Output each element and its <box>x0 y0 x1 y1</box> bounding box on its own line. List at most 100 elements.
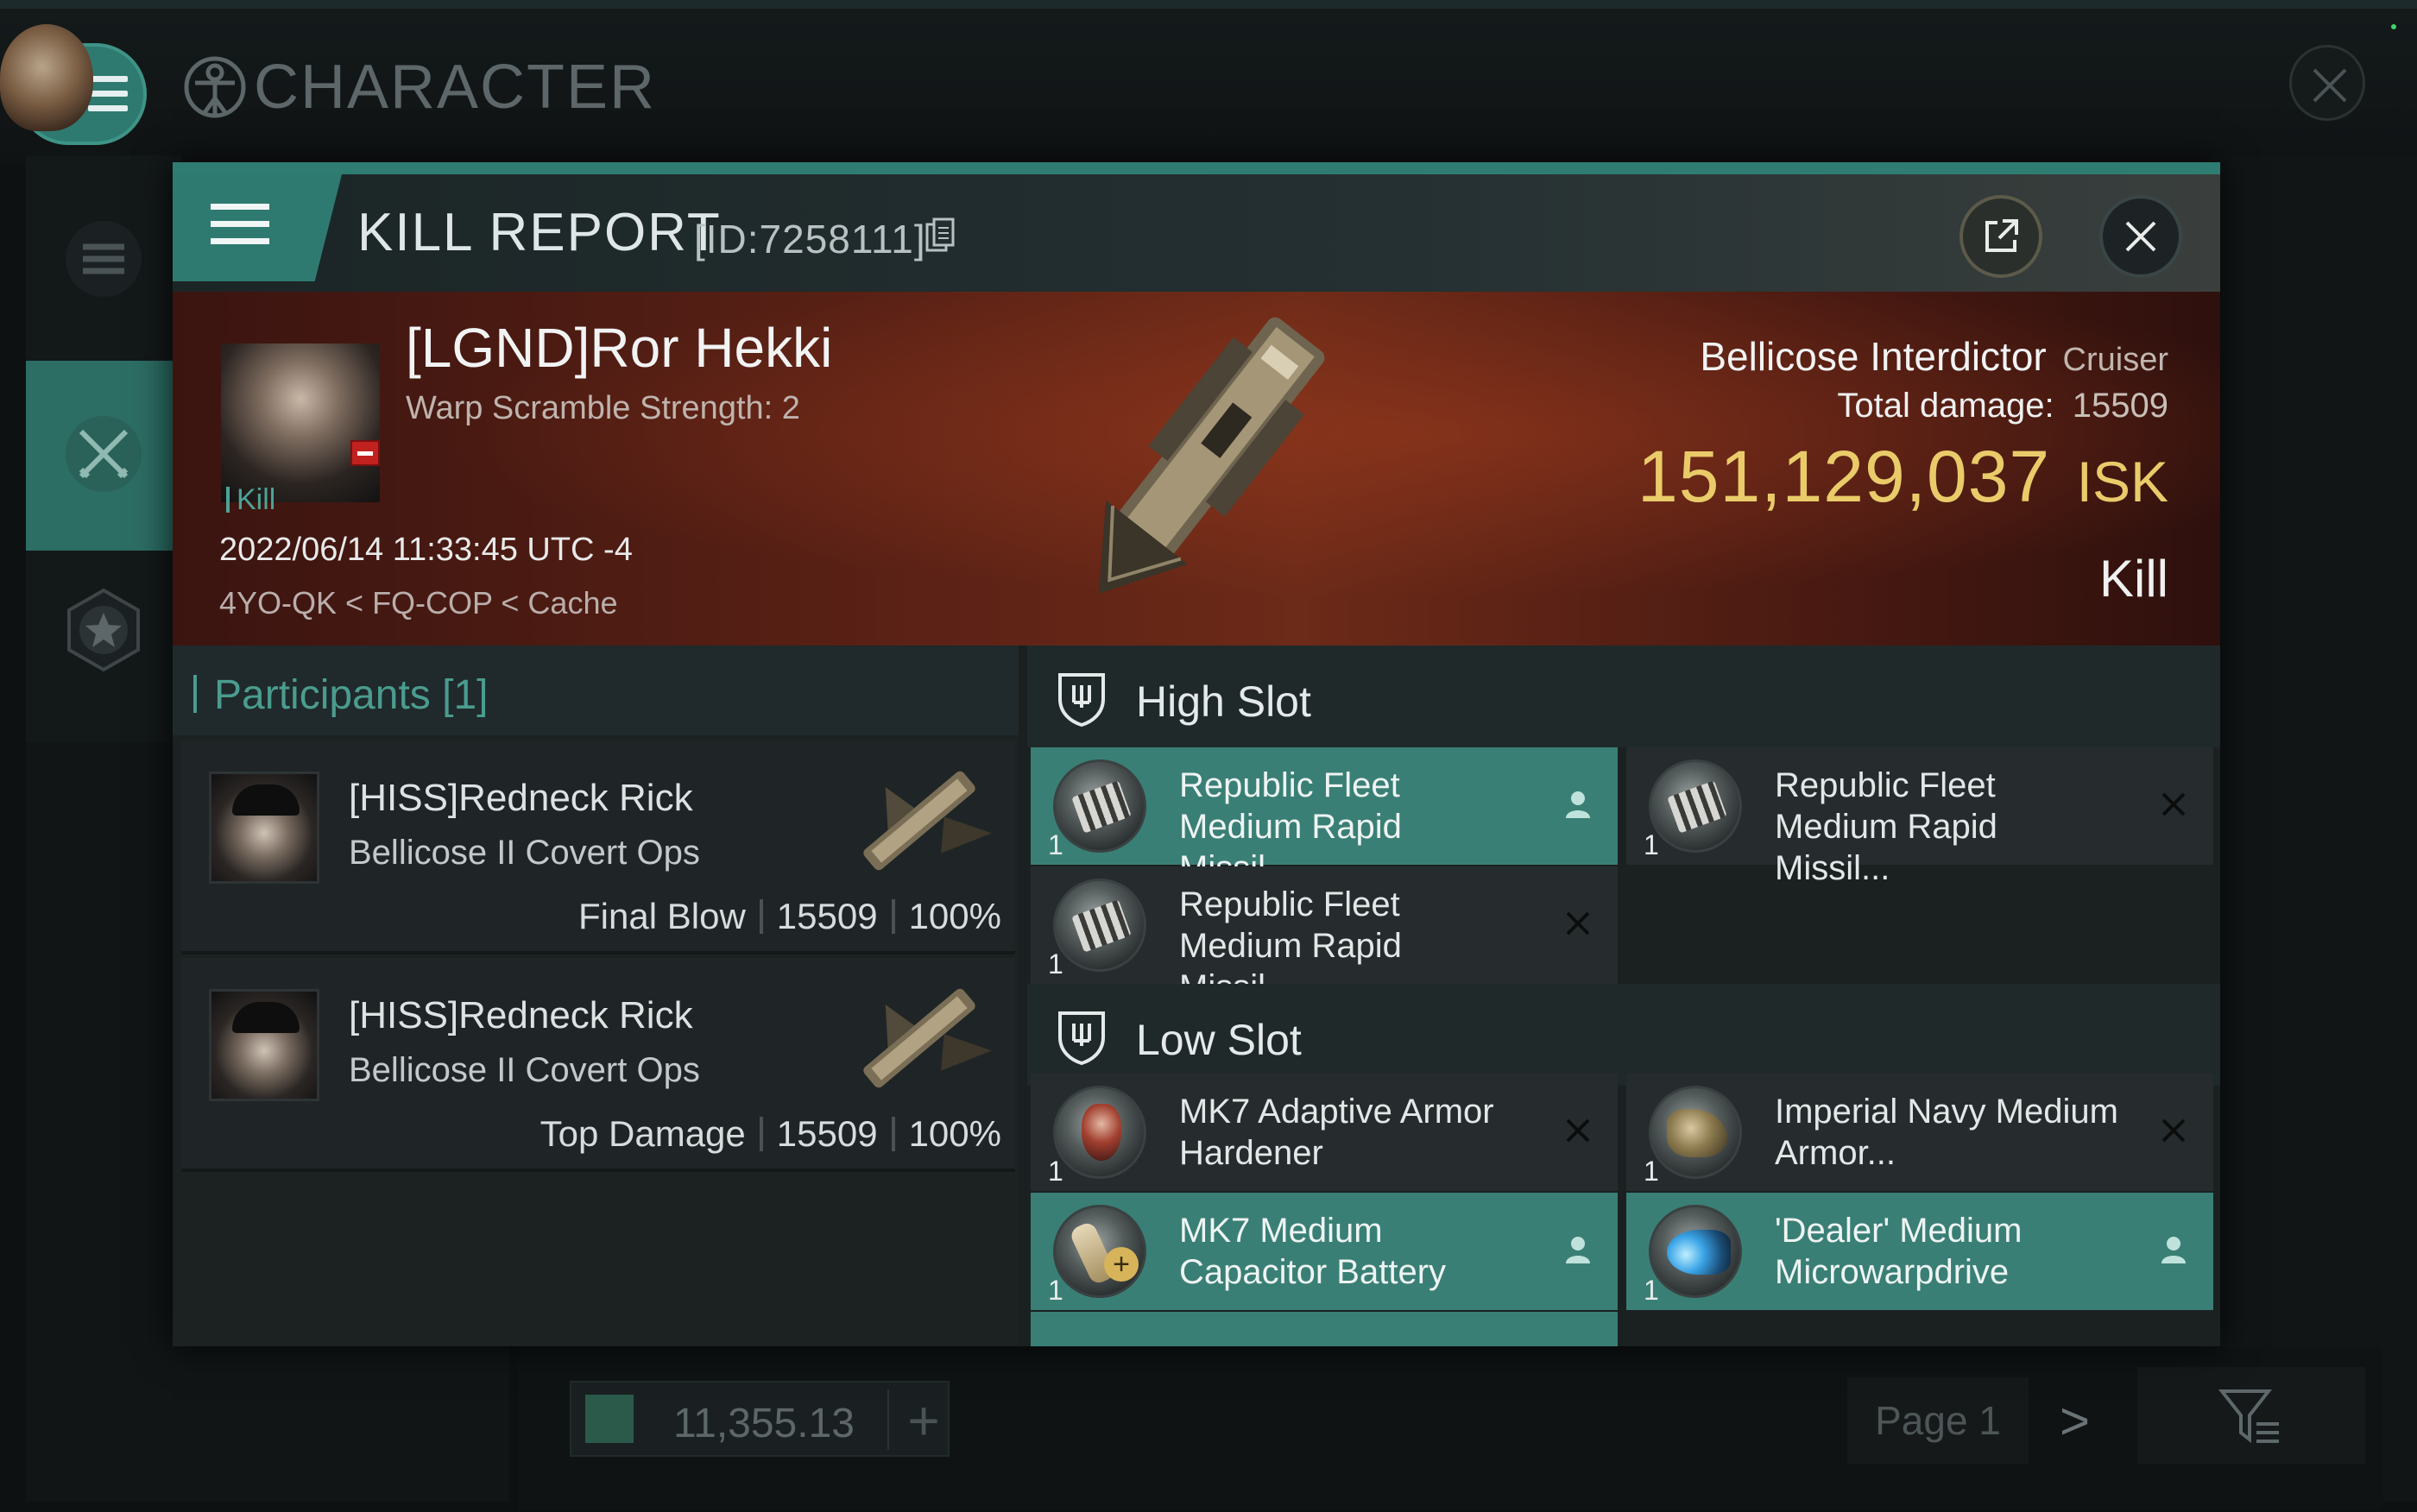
slot-item[interactable]: 1 Republic Fleet Medium Rapid Missil... <box>1626 747 2213 887</box>
divider <box>891 899 895 934</box>
item-name: Republic Fleet Medium Rapid Missil... <box>1775 766 1997 887</box>
victim-name[interactable]: [LGND]Ror Hekki <box>406 316 832 380</box>
item-quantity: 1 <box>1048 1156 1063 1187</box>
page-indicator[interactable]: Page 1 <box>1847 1377 2029 1464</box>
participants-title: Participants [1] <box>192 672 489 718</box>
modal-close-button[interactable] <box>2099 195 2182 278</box>
slot-item[interactable]: 1 Republic Fleet Medium Rapid Missil... <box>1031 866 1618 1006</box>
item-name: MK7 Adaptive Armor Hardener <box>1179 1093 1494 1172</box>
close-icon <box>2313 68 2347 103</box>
destroyed-x-icon <box>2161 1118 2186 1143</box>
kill-tag: Kill <box>226 483 275 517</box>
low-slot-header: Low Slot <box>1027 984 2220 1086</box>
filter-button[interactable] <box>2137 1367 2365 1464</box>
character-icon <box>184 56 246 118</box>
kill-datetime: 2022/06/14 11:33:45 UTC -4 <box>219 532 633 568</box>
participant-ship[interactable]: Bellicose II Covert Ops <box>349 1051 700 1090</box>
slot-item[interactable]: 1 MK7 Medium Capacitor Battery <box>1031 1193 1618 1310</box>
participant-name[interactable]: [HISS]Redneck Rick <box>349 777 693 820</box>
modal-menu-button[interactable] <box>173 174 342 281</box>
slot-item[interactable]: 1 'Dealer' Medium Microwarpdrive <box>1626 1193 2213 1310</box>
connection-status-dot <box>2391 24 2396 29</box>
rail-item-medals[interactable] <box>26 552 181 742</box>
participant-damage: 15509 <box>776 896 878 936</box>
slot-item[interactable]: 1 MK7 Adaptive Armor Hardener <box>1031 1074 1618 1191</box>
participant-stats: Top Damage 15509 100% <box>540 1113 1001 1155</box>
participant-percent: 100% <box>908 1113 1001 1154</box>
participant-portrait[interactable] <box>209 989 319 1101</box>
total-damage-value: 15509 <box>2072 387 2168 425</box>
participant-ship-icon[interactable] <box>837 965 1001 1112</box>
participant-ship[interactable]: Bellicose II Covert Ops <box>349 834 700 873</box>
victim-ship-render[interactable] <box>1019 292 1381 646</box>
low-slot-label: Low Slot <box>1136 1016 1302 1064</box>
destroyed-x-icon <box>1566 1118 1590 1143</box>
rail-item-combat[interactable] <box>26 361 181 551</box>
ship-class: Cruiser <box>2062 342 2168 378</box>
isk-unit: ISK <box>2076 450 2168 513</box>
participant-row[interactable]: [HISS]Redneck Rick Bellicose II Covert O… <box>181 740 1015 954</box>
plex-icon <box>585 1395 634 1443</box>
divider <box>891 1117 895 1151</box>
low-slot-icon <box>1058 1011 1105 1066</box>
app-avatar-menu[interactable] <box>0 12 147 145</box>
high-slot-icon <box>1058 673 1105 728</box>
missile-launcher-icon <box>1053 759 1146 853</box>
participant-damage: 15509 <box>776 1113 878 1154</box>
participant-role: Final Blow <box>578 896 746 936</box>
star-badge-icon <box>67 588 140 672</box>
fitting-panel: High Slot 1 Republic Fleet Medium Rapid … <box>1027 646 2220 1346</box>
slot-item[interactable]: 1 Imperial Navy Medium Armor... <box>1626 1074 2213 1191</box>
high-slot-label: High Slot <box>1136 677 1311 726</box>
divider <box>759 1117 763 1151</box>
background-panel <box>2210 155 2417 1502</box>
participant-role: Top Damage <box>540 1113 746 1154</box>
microwarpdrive-icon <box>1649 1205 1742 1298</box>
item-quantity: 1 <box>1644 1156 1659 1187</box>
next-page-icon[interactable]: > <box>2060 1391 2090 1451</box>
participant-portrait[interactable] <box>209 772 319 884</box>
wallet-balance: 11,355.13 + <box>570 1381 950 1457</box>
crossed-swords-icon <box>66 416 142 492</box>
total-damage-label: Total damage: <box>1837 387 2054 425</box>
kill-report-modal: KILL REPORT [ID:7258111] [LGND]Ror Hekki… <box>173 162 2220 1346</box>
participant-name[interactable]: [HISS]Redneck Rick <box>349 994 693 1037</box>
participants-header: Participants [1] <box>173 646 1019 735</box>
isk-value: 151,129,037 ISK <box>1638 435 2168 519</box>
dropped-person-icon <box>2161 1237 2186 1263</box>
hamburger-icon <box>88 76 128 120</box>
share-button[interactable] <box>1959 195 2042 278</box>
victim-portrait[interactable] <box>221 343 380 502</box>
participant-row[interactable]: [HISS]Redneck Rick Bellicose II Covert O… <box>181 958 1015 1172</box>
add-funds-button[interactable]: + <box>896 1386 951 1455</box>
standing-badge-icon <box>350 440 380 466</box>
item-quantity: 1 <box>1644 829 1659 860</box>
item-name: Imperial Navy Medium Armor... <box>1775 1093 2118 1172</box>
slot-item[interactable]: 1 Republic Fleet Medium Rapid Missil... <box>1031 747 1618 887</box>
kill-location[interactable]: 4YO-QK < FQ-COP < Cache <box>219 585 618 621</box>
participants-panel: Participants [1] [HISS]Redneck Rick Bell… <box>173 646 1019 1346</box>
app-top-line <box>0 0 2417 9</box>
item-quantity: 1 <box>1644 1275 1659 1306</box>
total-damage: Total damage: 15509 <box>1837 387 2168 425</box>
item-name: 'Dealer' Medium Microwarpdrive <box>1775 1212 2023 1291</box>
armor-repairer-icon <box>1649 1086 1742 1179</box>
isk-amount: 151,129,037 <box>1638 436 2051 517</box>
app-title: CHARACTER <box>181 52 656 123</box>
kill-id: [ID:7258111] <box>694 217 926 261</box>
external-link-icon <box>1985 219 2018 252</box>
filter-icon <box>2218 1389 2279 1444</box>
rail-item-menu[interactable] <box>26 173 181 362</box>
dropped-person-icon <box>1566 1237 1590 1263</box>
victim-subtitle: Warp Scramble Strength: 2 <box>406 390 800 426</box>
player-avatar[interactable] <box>0 24 93 131</box>
ship-name[interactable]: Bellicose Interdictor <box>1700 334 2046 379</box>
app-close-button[interactable] <box>2289 45 2365 121</box>
slot-item-partial[interactable] <box>1031 1312 1618 1346</box>
app-title-text: CHARACTER <box>254 53 657 122</box>
kill-result: Kill <box>2098 550 2168 608</box>
missile-launcher-icon <box>1649 759 1742 853</box>
item-quantity: 1 <box>1048 1275 1063 1306</box>
copy-icon[interactable] <box>925 217 955 252</box>
participant-ship-icon[interactable] <box>837 747 1001 894</box>
